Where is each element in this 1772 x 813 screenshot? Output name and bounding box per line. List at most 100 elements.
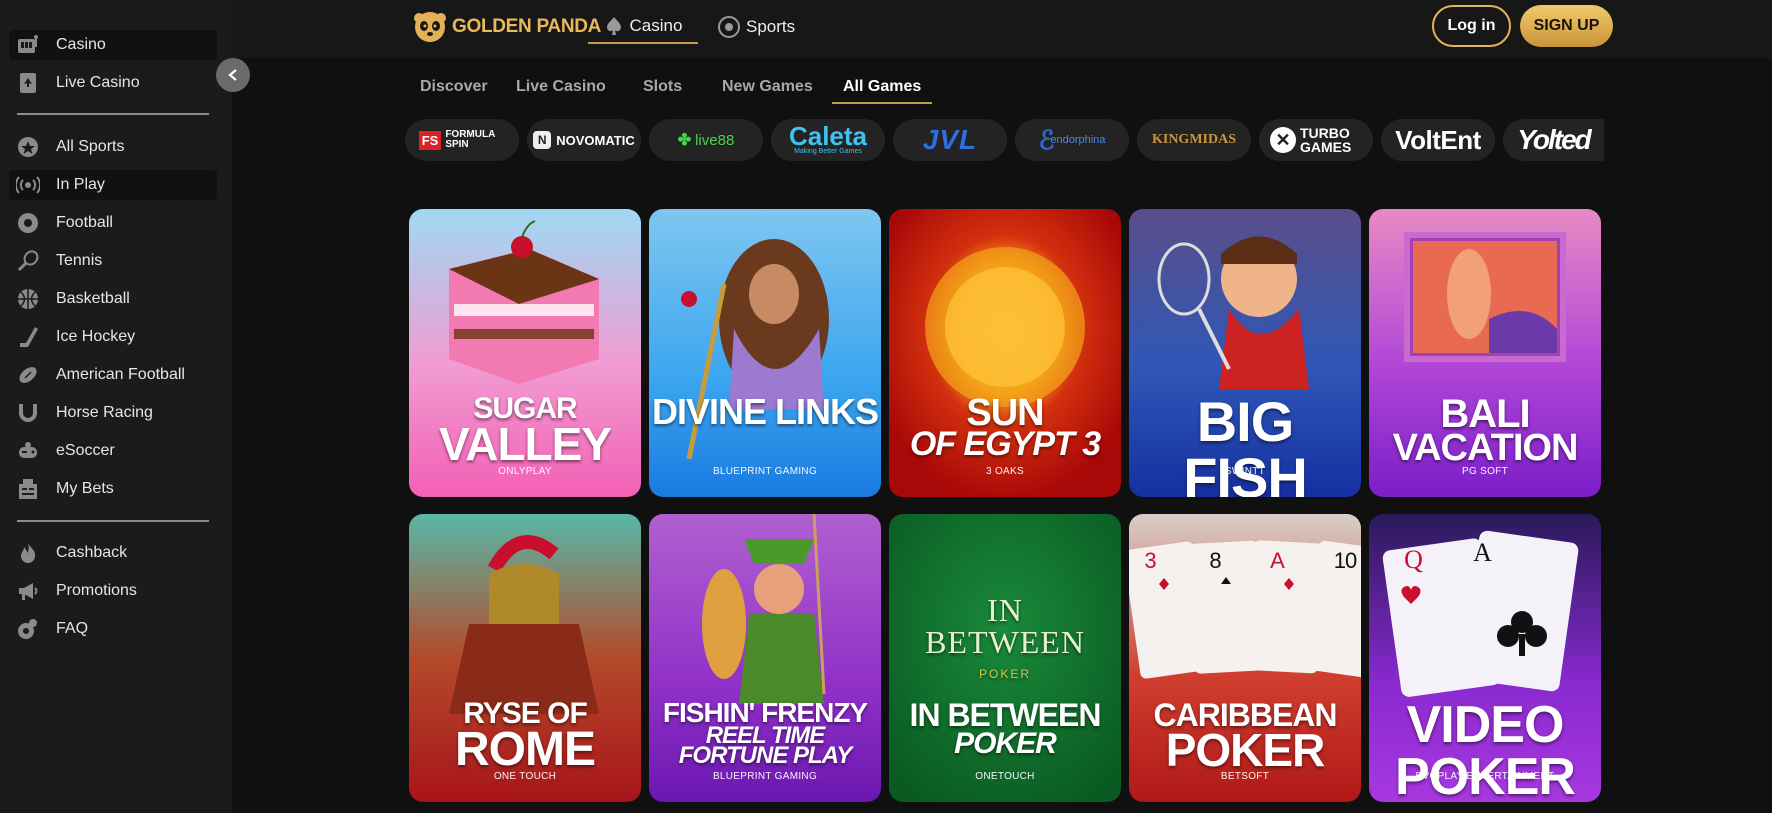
novomatic-logo-icon: N bbox=[533, 131, 552, 149]
sidebar-item-cashback[interactable]: Cashback bbox=[9, 538, 217, 568]
provider-name: TURBO GAMES bbox=[1300, 125, 1352, 155]
game-card-divine-links[interactable]: DIVINE LINKS BLUEPRINT GAMING bbox=[649, 209, 881, 497]
sidebar-item-casino[interactable]: Casino bbox=[9, 30, 217, 60]
sidebar-item-esoccer[interactable]: eSoccer bbox=[9, 436, 217, 466]
game-card-sugar-valley[interactable]: SUGAR VALLEY ONLYPLAY bbox=[409, 209, 641, 497]
subtab-live-casino[interactable]: Live Casino bbox=[516, 72, 606, 102]
provider-kingmidas[interactable]: KINGMIDAS bbox=[1137, 119, 1251, 161]
sidebar-item-promotions[interactable]: Promotions bbox=[9, 576, 217, 606]
sidebar-item-ice-hockey[interactable]: Ice Hockey bbox=[9, 322, 217, 352]
spade-icon bbox=[604, 16, 624, 36]
flame-icon bbox=[16, 541, 40, 565]
game-card-fishin-frenzy[interactable]: FISHIN' FRENZY REEL TIME FORTUNE PLAY BL… bbox=[649, 514, 881, 802]
sidebar-divider bbox=[17, 113, 209, 115]
art-text: IN bbox=[987, 592, 1023, 628]
provider-turbo-games[interactable]: ✕ TURBO GAMES bbox=[1259, 119, 1373, 161]
my-bets-icon bbox=[16, 477, 40, 501]
panda-logo-icon bbox=[414, 12, 446, 42]
casino-icon bbox=[16, 33, 40, 57]
game-provider: ONLYPLAY bbox=[498, 466, 552, 477]
game-title: DIVINE LINKS bbox=[651, 391, 879, 432]
provider-formula-spin[interactable]: FS FORMULA SPIN bbox=[405, 119, 519, 161]
sidebar-item-live-casino[interactable]: Live Casino bbox=[9, 68, 217, 98]
sidebar-item-label: eSoccer bbox=[56, 442, 115, 459]
turbo-games-logo-icon: ✕ bbox=[1270, 127, 1296, 153]
subtab-new-games[interactable]: New Games bbox=[722, 72, 813, 102]
sidebar-divider bbox=[17, 520, 209, 522]
game-provider: SWINTT bbox=[1224, 466, 1266, 477]
provider-name: FORMULA SPIN bbox=[445, 129, 495, 150]
football-icon bbox=[16, 211, 40, 235]
sidebar-item-my-bets[interactable]: My Bets bbox=[9, 474, 217, 504]
sidebar-item-label: In Play bbox=[56, 176, 105, 193]
sidebar-item-horse-racing[interactable]: Horse Racing bbox=[9, 398, 217, 428]
provider-yolted[interactable]: Yolted bbox=[1503, 119, 1604, 161]
game-card-video-poker[interactable]: Q A VIDEO POKER EVOPLAY ENTERTAINMENT bbox=[1369, 514, 1601, 802]
game-title: OF EGYPT 3 bbox=[909, 425, 1101, 463]
tab-sports[interactable]: Sports bbox=[718, 10, 795, 44]
sidebar: Casino Live Casino All Sports In Play Fo… bbox=[0, 0, 232, 813]
american-football-icon bbox=[16, 363, 40, 387]
sidebar-item-all-sports[interactable]: All Sports bbox=[9, 132, 217, 162]
formula-spin-logo-icon: FS bbox=[418, 130, 442, 150]
sidebar-item-label: American Football bbox=[56, 366, 185, 383]
provider-live88[interactable]: ✤ live88 bbox=[649, 119, 763, 161]
provider-caleta[interactable]: Caleta Making Better Games bbox=[771, 119, 885, 161]
megaphone-icon bbox=[16, 579, 40, 603]
sidebar-item-label: My Bets bbox=[56, 480, 114, 497]
game-title: VIDEO POKER bbox=[1395, 696, 1576, 802]
subtab-all-games[interactable]: All Games bbox=[832, 72, 933, 104]
in-play-icon bbox=[16, 173, 40, 197]
tab-label: Casino bbox=[629, 16, 683, 35]
game-card-caribbean-poker[interactable]: 3 8 A 10 CARIBBEAN POKER BETSOFT bbox=[1129, 514, 1361, 802]
sidebar-item-football[interactable]: Football bbox=[9, 208, 217, 238]
sidebar-item-tennis[interactable]: Tennis bbox=[9, 246, 217, 276]
art-text: 10 bbox=[1333, 548, 1357, 573]
live-casino-icon bbox=[16, 71, 40, 95]
game-provider: ONE TOUCH bbox=[493, 771, 557, 782]
basketball-icon bbox=[16, 287, 40, 311]
game-title: ROME bbox=[455, 723, 596, 776]
game-provider: PG SOFT bbox=[1462, 466, 1508, 477]
sidebar-item-label: Ice Hockey bbox=[56, 328, 136, 345]
sidebar-item-basketball[interactable]: Basketball bbox=[9, 284, 217, 314]
provider-name: Caleta bbox=[788, 120, 868, 151]
sidebar-item-label: Tennis bbox=[56, 252, 103, 269]
provider-jvl[interactable]: JVL bbox=[893, 119, 1007, 161]
golden-panda-logo[interactable]: GOLDEN PANDA bbox=[413, 9, 601, 45]
game-provider: 3 OAKS bbox=[986, 466, 1024, 477]
tab-casino[interactable]: Casino bbox=[588, 10, 698, 44]
provider-endorphina[interactable]: ℰ endorphina bbox=[1015, 119, 1129, 161]
game-title: POKER bbox=[1165, 724, 1326, 776]
login-button[interactable]: Log in bbox=[1432, 5, 1511, 47]
provider-tagline: Making Better Games bbox=[794, 148, 862, 156]
signup-button[interactable]: SIGN UP bbox=[1520, 5, 1613, 47]
provider-novomatic[interactable]: N NOVOMATIC bbox=[527, 119, 641, 161]
all-sports-icon bbox=[16, 135, 40, 159]
subtab-discover[interactable]: Discover bbox=[420, 72, 488, 102]
sidebar-item-label: Promotions bbox=[56, 582, 137, 599]
sidebar-item-label: Football bbox=[56, 214, 113, 231]
sidebar-item-label: FAQ bbox=[56, 620, 89, 637]
game-card-bali-vacation[interactable]: BALI VACATION PG SOFT bbox=[1369, 209, 1601, 497]
provider-voltent[interactable]: VoltEnt bbox=[1381, 119, 1495, 161]
game-card-sun-of-egypt-3[interactable]: SUN OF EGYPT 3 3 OAKS bbox=[889, 209, 1121, 497]
sidebar-item-american-football[interactable]: American Football bbox=[9, 360, 217, 390]
sidebar-collapse-button[interactable] bbox=[216, 58, 250, 92]
game-title: VALLEY bbox=[438, 418, 612, 470]
chevron-left-icon bbox=[228, 69, 237, 81]
sidebar-item-label: Basketball bbox=[56, 290, 130, 307]
ice-hockey-icon bbox=[16, 325, 40, 349]
game-card-in-between-poker[interactable]: IN BETWEEN POKER IN BETWEEN POKER ONETOU… bbox=[889, 514, 1121, 802]
game-card-big-fish[interactable]: BIG FISH SWINTT bbox=[1129, 209, 1361, 497]
game-provider: BLUEPRINT GAMING bbox=[712, 466, 818, 477]
game-card-ryse-of-rome[interactable]: RYSE OF ROME ONE TOUCH bbox=[409, 514, 641, 802]
provider-name: endorphina bbox=[1050, 134, 1106, 146]
provider-name: live88 bbox=[695, 131, 735, 149]
horseshoe-icon bbox=[16, 401, 40, 425]
sidebar-item-in-play[interactable]: In Play bbox=[9, 170, 217, 200]
live88-logo-icon: ✤ bbox=[677, 132, 692, 149]
provider-name: VoltEnt bbox=[1395, 124, 1481, 155]
subtab-slots[interactable]: Slots bbox=[643, 72, 682, 102]
sidebar-item-faq[interactable]: FAQ bbox=[9, 614, 217, 644]
